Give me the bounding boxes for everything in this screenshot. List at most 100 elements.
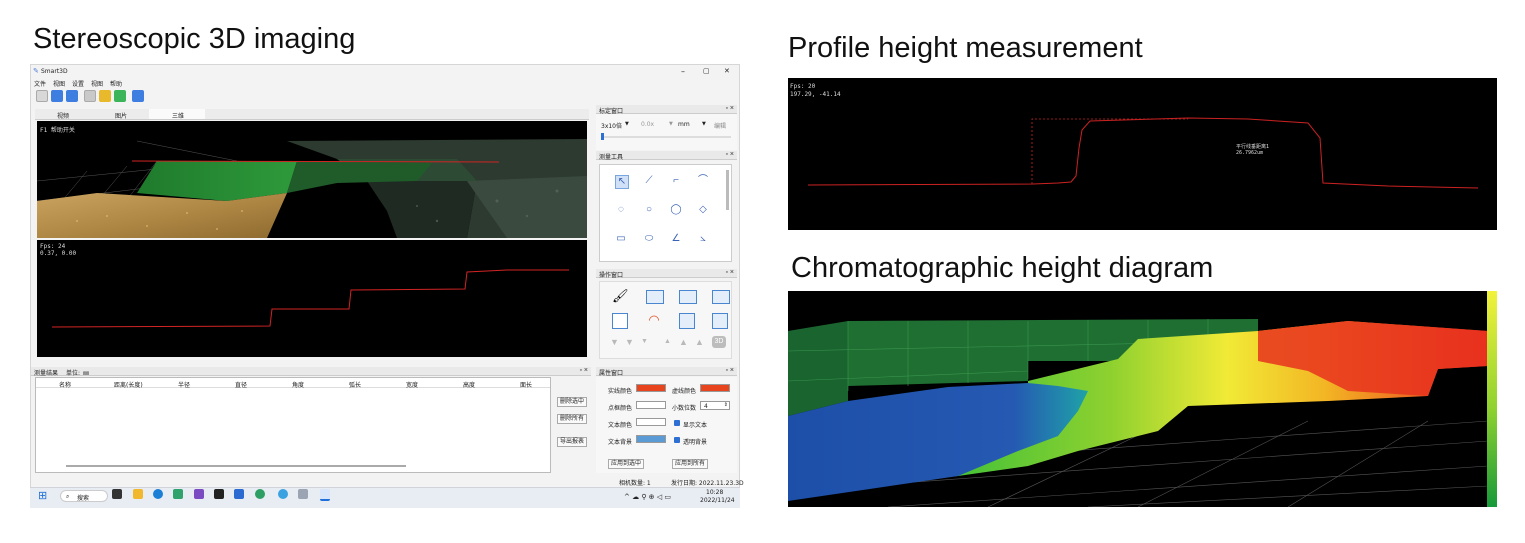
toolbar-open-button[interactable] [36,90,48,102]
col-distance[interactable]: 距离(长度) [114,380,143,389]
delete-all-button[interactable]: 删除所有 [557,414,587,424]
toolbar-3d-button[interactable] [84,90,96,102]
copy-icon[interactable] [612,313,628,329]
rotated-rect-icon[interactable]: ◇ [697,204,709,216]
rotate-up3-icon[interactable]: ▲ [664,338,671,345]
task-view-icon[interactable] [112,489,122,499]
globe-icon[interactable] [278,489,288,499]
menu-settings[interactable]: 设置 [72,79,84,88]
apply-all-button[interactable]: 应用到所有 [672,459,708,469]
circle-center-icon[interactable]: ◌ [615,204,627,216]
circle-icon[interactable]: ○ [643,204,655,216]
col-angle[interactable]: 角度 [292,380,304,389]
app-leaf-icon[interactable] [255,489,265,499]
show-text-checkbox[interactable] [674,420,680,426]
align-top-icon[interactable] [646,290,664,304]
results-table[interactable]: 名称 距离(长度) 半径 直径 角度 弧长 宽度 高度 面长 [35,377,551,473]
maximize-button[interactable]: ▢ [703,67,710,75]
export-report-button[interactable]: 导出报表 [557,437,587,447]
tray-icons[interactable]: ^ ☁ ⚲ ⊕ ◁ ▭ [624,493,671,501]
rect-icon[interactable]: ▭ [615,233,627,245]
menu-view[interactable]: 视图 [53,79,65,88]
profile-height-view[interactable]: Fps: 20 197.29, -41.14 平行线垂距离1 26.7962um [788,78,1497,230]
rotate-down3-icon[interactable]: ▼ [641,338,648,345]
document-icon[interactable] [234,489,244,499]
menu-view2[interactable]: 视图 [91,79,103,88]
ellipse-icon[interactable]: ⬭ [643,233,655,245]
windows-start-icon[interactable]: ⊞ [38,489,47,502]
align-bottom-icon[interactable] [712,290,730,304]
toolbar-save-button[interactable] [51,90,63,102]
calib-slider-track[interactable] [601,136,731,138]
solid-color-swatch[interactable] [636,384,666,392]
col-width[interactable]: 宽度 [406,380,418,389]
chevron-down-icon[interactable]: ▼ [702,121,706,127]
rainbow-icon[interactable]: ◠ [646,312,662,328]
calib-edit-button[interactable]: 编辑 [714,121,726,130]
stepper-arrows-icon[interactable]: ⇕ [724,402,728,408]
tab-3d[interactable]: 三维 [172,111,184,120]
decimals-stepper[interactable]: 4 ⇕ [700,401,730,410]
view-3d-icon[interactable] [712,313,728,329]
props-panel-close-icon[interactable]: ▫ × [725,367,734,374]
rotate-down-icon[interactable]: ▼ [610,337,619,347]
zoom-select[interactable]: 0.0x [641,121,654,128]
align-middle-icon[interactable] [679,290,697,304]
chromatographic-view[interactable] [788,291,1497,507]
taskbar-search[interactable]: ⌕ 搜索 [60,490,108,502]
tab-image[interactable]: 图片 [115,111,127,120]
app-green-icon[interactable] [173,489,183,499]
col-diameter[interactable]: 直径 [235,380,247,389]
col-area[interactable]: 面长 [520,380,532,389]
toolbar-settings-button[interactable] [132,90,144,102]
delete-selected-button[interactable]: 删除选中 [557,397,587,407]
minimize-button[interactable]: – [681,67,685,76]
ops-panel-close-icon[interactable]: ▫ × [725,269,734,276]
unit-select[interactable]: mm [678,121,690,128]
calib-slider-handle[interactable] [601,133,604,140]
circle-3pt-icon[interactable]: ◯ [670,204,682,216]
file-explorer-icon[interactable] [133,489,143,499]
col-height[interactable]: 高度 [463,380,475,389]
smart3d-taskbar-icon[interactable] [320,489,330,501]
rotate-down2-icon[interactable]: ▼ [625,337,634,347]
angle-line-icon[interactable]: ⦣ [697,233,709,245]
visual-studio-icon[interactable] [194,489,204,499]
toolbar-camera-button[interactable] [99,90,111,102]
pointer-icon[interactable]: ↖ [615,175,629,189]
col-name[interactable]: 名称 [59,380,71,389]
step-line-icon[interactable]: ⌐ [670,175,682,187]
view-2d-icon[interactable] [679,313,695,329]
app-gray-icon[interactable] [298,489,308,499]
point-color-swatch[interactable] [636,401,666,409]
text-color-swatch[interactable] [636,418,666,426]
apply-selected-button[interactable]: 应用到选中 [608,459,644,469]
transparent-bg-checkbox[interactable] [674,437,680,443]
col-radius[interactable]: 半径 [178,380,190,389]
clear-brush-icon[interactable]: 🖌 [612,288,629,304]
button-3d[interactable]: 3D [712,336,726,348]
results-scrollbar[interactable] [66,465,406,467]
chevron-down-icon[interactable]: ▼ [669,121,673,127]
tools-scrollbar[interactable] [726,170,729,210]
dashed-color-swatch[interactable] [700,384,730,392]
arc-icon[interactable]: ⌒ [697,175,709,187]
menu-file[interactable]: 文件 [34,79,46,88]
view-3d[interactable]: F1 帮助开关 [37,121,587,238]
toolbar-capture-button[interactable] [114,90,126,102]
close-button[interactable]: ✕ [724,67,730,75]
rotate-up2-icon[interactable]: ▲ [679,337,688,347]
results-panel-close-icon[interactable]: ▫ × [579,367,588,374]
rotate-up-icon[interactable]: ▲ [695,337,704,347]
magnification-select[interactable]: 3x10倍 [601,121,622,130]
menu-help[interactable]: 帮助 [110,79,122,88]
calib-panel-close-icon[interactable]: ▫ × [725,105,734,112]
terminal-icon[interactable] [214,489,224,499]
tab-video[interactable]: 视频 [57,111,69,120]
edge-icon[interactable] [153,489,163,499]
col-arc[interactable]: 弧长 [349,380,361,389]
tools-panel-close-icon[interactable]: ▫ × [725,151,734,158]
line-icon[interactable]: ⟋ [643,175,655,187]
toolbar-export-button[interactable] [66,90,78,102]
text-bg-swatch[interactable] [636,435,666,443]
